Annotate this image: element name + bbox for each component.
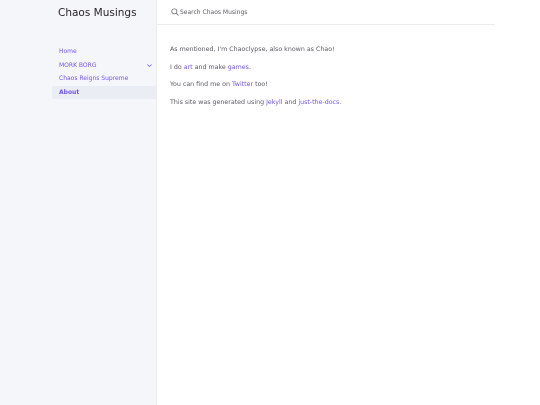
site-title[interactable]: Chaos Musings xyxy=(58,5,137,21)
text-span: This site was generated using xyxy=(170,98,267,106)
generator-paragraph: This site was generated using Jekyll and… xyxy=(170,98,490,116)
sidebar-item-about[interactable]: About xyxy=(52,85,156,99)
just-the-docs-link[interactable]: just-the-docs xyxy=(298,99,339,106)
intro-paragraph: As mentioned, I'm Chaoclypse, also known… xyxy=(170,46,335,53)
chevron-down-icon[interactable] xyxy=(146,62,153,69)
text-span: You can find me on xyxy=(170,81,232,88)
games-link[interactable]: games xyxy=(228,64,249,71)
page: Chaos Musings Home MORK BORG Chaos Reign… xyxy=(0,0,540,405)
sidebar-item-chaos-reigns-supreme[interactable]: Chaos Reigns Supreme xyxy=(0,72,156,86)
sidebar: Chaos Musings Home MORK BORG Chaos Reign… xyxy=(0,0,157,405)
header xyxy=(157,0,495,25)
main-content: As mentioned, I'm Chaoclypse, also known… xyxy=(170,45,490,115)
sidebar-item-mork-borg[interactable]: MORK BORG xyxy=(0,59,156,73)
search-input[interactable] xyxy=(180,6,380,19)
twitter-link[interactable]: Twitter xyxy=(232,81,253,88)
sidebar-item-home[interactable]: Home xyxy=(0,45,156,59)
text-span: and make xyxy=(192,63,228,71)
text-span: . xyxy=(339,98,342,106)
sidebar-nav: Home MORK BORG Chaos Reigns Supreme Abou… xyxy=(0,45,156,99)
text-span: too! xyxy=(253,81,268,88)
text-span: and xyxy=(282,98,299,106)
text-span: I do xyxy=(170,63,184,71)
art-games-paragraph: I do art and make games. xyxy=(170,63,490,81)
search-icon xyxy=(171,8,179,16)
sidebar-item-label: MORK BORG xyxy=(59,61,97,69)
twitter-paragraph: You can find me on Twitter too! xyxy=(170,80,490,98)
jekyll-link[interactable]: Jekyll xyxy=(266,99,282,106)
art-link[interactable]: art xyxy=(184,64,193,71)
text-span: . xyxy=(248,63,251,71)
